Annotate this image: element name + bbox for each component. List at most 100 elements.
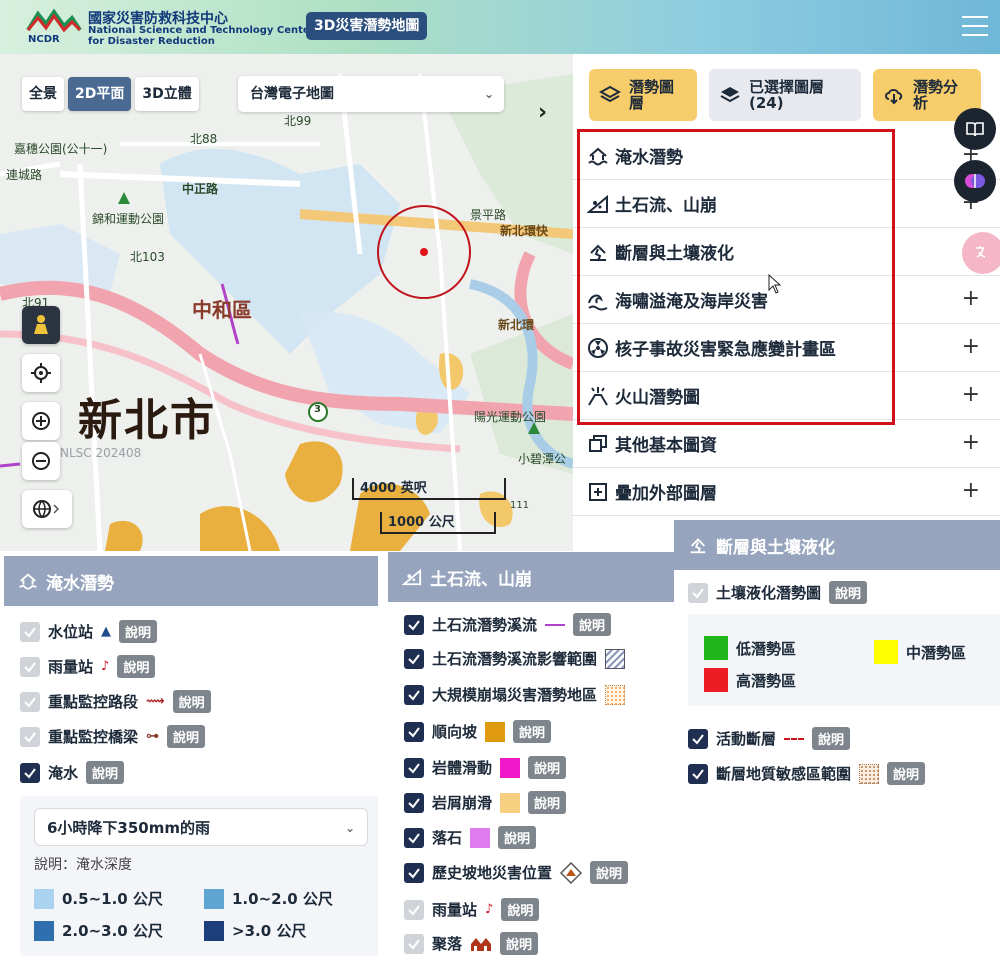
legend-swatch <box>704 636 728 660</box>
chevron-down-icon: ⌄ <box>344 821 355 835</box>
landslide-item-rockfall[interactable]: 落石 說明 <box>404 826 537 849</box>
checkbox[interactable] <box>688 763 708 784</box>
depth-legend-item: >3.0 公尺 <box>204 920 306 941</box>
desc-button[interactable]: 說明 <box>498 826 537 849</box>
zoom-in-icon[interactable] <box>22 402 60 440</box>
flood-item-monitored-road[interactable]: 重點監控路段 ⟿ 說明 <box>20 690 211 713</box>
desc-button[interactable]: 說明 <box>528 791 567 814</box>
item-label: 斷層地質敏感區範圍 <box>716 765 852 783</box>
checkbox[interactable] <box>404 757 424 778</box>
desc-button[interactable]: 說明 <box>829 581 868 604</box>
desc-button[interactable]: 說明 <box>167 725 206 748</box>
depth-legend-item: 1.0~2.0 公尺 <box>204 888 333 909</box>
checkbox[interactable] <box>20 762 40 783</box>
checkbox[interactable] <box>404 614 424 635</box>
expand-plus-icon[interactable]: + <box>962 478 980 503</box>
collapse-panel-icon[interactable]: › <box>538 100 547 125</box>
flood-panel-header: 淹水潛勢 <box>4 556 378 606</box>
locate-icon[interactable] <box>22 354 60 392</box>
checkbox[interactable] <box>688 728 708 749</box>
brain-ai-icon[interactable] <box>954 160 996 202</box>
basemap-select[interactable]: 台灣電子地圖 ⌄ <box>238 76 504 112</box>
basemap-value: 台灣電子地圖 <box>250 86 334 102</box>
landslide-item-rock-slide[interactable]: 岩體滑動 說明 <box>404 756 567 779</box>
rainfall-scenario-select[interactable]: 6小時降下350mm的雨 ⌄ <box>34 808 368 846</box>
selected-layers-label: 已選擇圖層 <box>749 78 825 96</box>
landslide-item-debris-range[interactable]: 土石流潛勢溪流影響範圍 <box>404 648 626 669</box>
translate-icon[interactable] <box>962 232 1000 274</box>
globe-icon[interactable] <box>22 490 72 528</box>
category-basic[interactable]: 其他基本圖資 + <box>573 420 1000 468</box>
street-view-person-icon[interactable] <box>22 306 60 344</box>
landslide-item-history[interactable]: 歷史坡地災害位置 說明 <box>404 861 629 884</box>
map-canvas[interactable]: 中和區 新北市 錦和運動公園 陽光運動公園 小碧潭公 中正路 新北環快 新北環 … <box>0 54 573 551</box>
checkbox[interactable] <box>404 684 424 705</box>
desc-button[interactable]: 說明 <box>119 620 158 643</box>
checkbox[interactable] <box>404 792 424 813</box>
item-label: 順向坡 <box>432 723 478 741</box>
potential-layers-button[interactable]: 潛勢圖層 <box>589 69 697 121</box>
flood-item-flood[interactable]: 淹水 說明 <box>20 761 125 784</box>
checkbox[interactable] <box>404 899 424 920</box>
landslide-item-settlement[interactable]: 聚落 說明 <box>404 932 539 955</box>
app-title-badge[interactable]: 3D災害潛勢地圖 <box>306 12 428 40</box>
flood-item-water-station[interactable]: 水位站 ▲ 說明 <box>20 620 158 643</box>
hatch-swatch <box>605 648 626 669</box>
checkbox[interactable] <box>20 656 40 677</box>
category-external[interactable]: 疊加外部圖層 + <box>573 468 1000 516</box>
fault-item-active-fault[interactable]: 活動斷層 說明 <box>688 727 851 750</box>
desc-button[interactable]: 說明 <box>172 690 211 713</box>
menu-icon[interactable] <box>962 16 988 38</box>
landslide-item-rain-station[interactable]: 雨量站 ♪ 說明 <box>404 898 540 921</box>
item-label: 土壤液化潛勢圖 <box>716 584 822 602</box>
desc-button[interactable]: 說明 <box>501 898 540 921</box>
desc-button[interactable]: 說明 <box>590 861 629 884</box>
flood-item-rain-station[interactable]: 雨量站 ♪ 說明 <box>20 655 156 678</box>
landslide-item-dip-slope[interactable]: 順向坡 說明 <box>404 720 552 743</box>
fault-item-sensitive-zone[interactable]: 斷層地質敏感區範圍 說明 <box>688 762 926 785</box>
fault-item-liquefaction[interactable]: 土壤液化潛勢圖 說明 <box>688 581 868 604</box>
zoom-out-icon[interactable] <box>22 442 60 480</box>
desc-button[interactable]: 說明 <box>500 932 539 955</box>
tab-panorama[interactable]: 全景 <box>22 77 64 111</box>
liquefaction-legend-item: 中潛勢區 <box>874 640 966 664</box>
landslide-item-debris-stream[interactable]: 土石流潛勢溪流 說明 <box>404 613 612 636</box>
expand-plus-icon[interactable]: + <box>962 286 980 311</box>
book-icon[interactable] <box>954 108 996 150</box>
checkbox[interactable] <box>404 648 424 669</box>
checkbox[interactable] <box>688 582 708 603</box>
landslide-item-debris-slide[interactable]: 岩屑崩滑 說明 <box>404 791 567 814</box>
map-label-jingping: 景平路 <box>470 208 507 222</box>
desc-button[interactable]: 說明 <box>86 761 125 784</box>
checkbox[interactable] <box>404 721 424 742</box>
tab-3d[interactable]: 3D立體 <box>135 77 199 111</box>
checkbox[interactable] <box>404 827 424 848</box>
legend-label: 高潛勢區 <box>736 671 797 690</box>
desc-button[interactable]: 說明 <box>887 762 926 785</box>
desc-button[interactable]: 說明 <box>573 613 612 636</box>
legend-label: 中潛勢區 <box>906 643 967 662</box>
desc-button[interactable]: 說明 <box>513 720 552 743</box>
highlight-box <box>577 129 895 425</box>
depth-legend-item: 2.0~3.0 公尺 <box>34 920 163 941</box>
selected-layers-button[interactable]: 已選擇圖層 (24) <box>709 69 861 121</box>
expand-plus-icon[interactable]: + <box>962 382 980 407</box>
checkbox[interactable] <box>20 726 40 747</box>
item-label: 岩體滑動 <box>432 759 493 777</box>
checkbox[interactable] <box>404 862 424 883</box>
expand-plus-icon[interactable]: + <box>962 334 980 359</box>
flood-item-monitored-bridge[interactable]: 重點監控橋梁 ⊶ 說明 <box>20 725 206 748</box>
checkbox[interactable] <box>20 621 40 642</box>
category-label: 其他基本圖資 <box>615 436 717 456</box>
landslide-item-large-collapse[interactable]: 大規模崩塌災害潛勢地區 <box>404 684 626 705</box>
map-label-road103: 北103 <box>130 250 165 264</box>
checkbox[interactable] <box>404 933 424 954</box>
app-root: NCDR 國家災害防救科技中心 National Science and Tec… <box>0 0 1000 967</box>
checkbox[interactable] <box>20 691 40 712</box>
desc-button[interactable]: 說明 <box>117 655 156 678</box>
expand-plus-icon[interactable]: + <box>962 430 980 455</box>
desc-button[interactable]: 說明 <box>812 727 851 750</box>
desc-button[interactable]: 說明 <box>528 756 567 779</box>
rain-station-icon: ♪ <box>485 902 494 917</box>
tab-2d[interactable]: 2D平面 <box>68 77 132 111</box>
